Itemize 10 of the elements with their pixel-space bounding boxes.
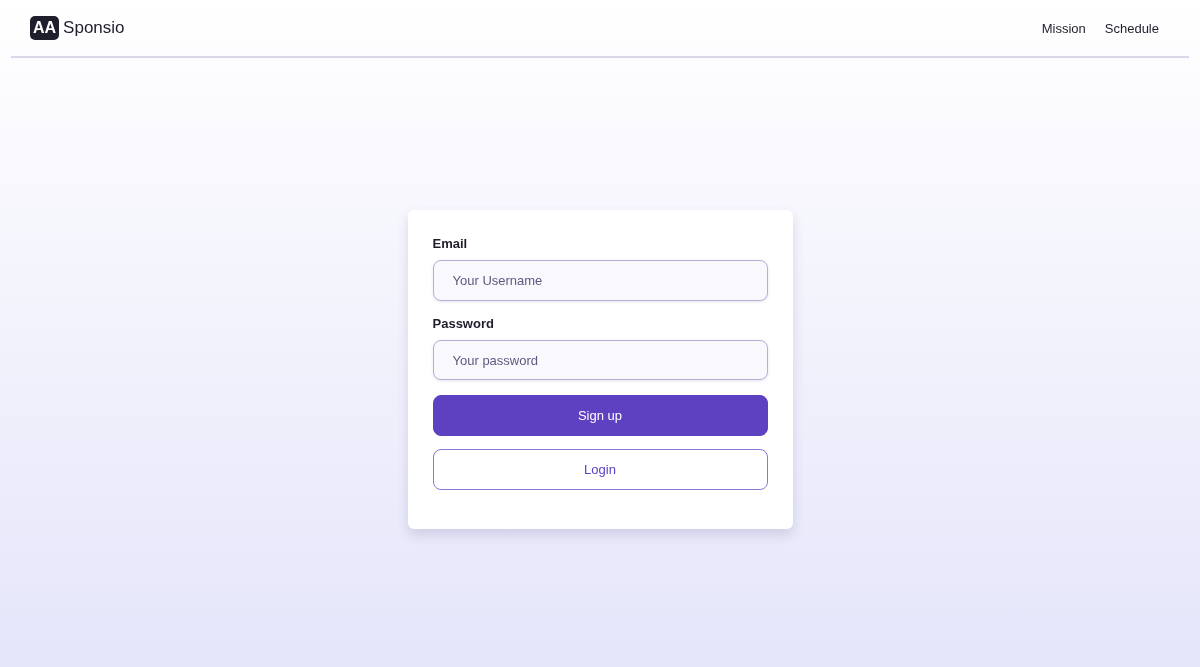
sign-up-button[interactable]: Sign up <box>432 395 768 437</box>
nav-link[interactable]: Schedule <box>1104 20 1159 36</box>
logo-mark: AA <box>30 16 60 40</box>
input-field[interactable]: Your Username <box>432 260 768 301</box>
field-label: Password <box>432 315 495 331</box>
nav-link[interactable]: Mission <box>1041 20 1086 36</box>
field-label: Email <box>432 236 469 251</box>
brand-name: Sponsio <box>63 18 125 38</box>
input-field[interactable]: Your password <box>432 339 768 381</box>
login-button[interactable]: Login <box>432 449 768 490</box>
